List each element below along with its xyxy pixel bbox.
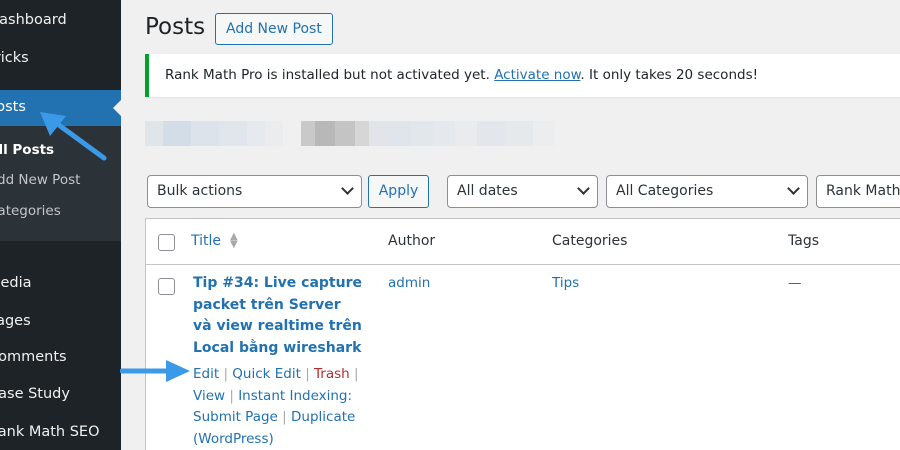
bulk-actions-value: Bulk actions <box>157 183 243 199</box>
edit-link[interactable]: Edit <box>193 366 219 382</box>
column-categories: Categories <box>552 233 628 249</box>
trash-link[interactable]: Trash <box>314 366 350 382</box>
submenu-all-posts[interactable]: All Posts <box>0 142 54 158</box>
dates-filter-value: All dates <box>457 183 518 199</box>
column-tags: Tags <box>788 233 819 249</box>
posts-submenu: All Posts Add New Post Categories <box>0 126 121 241</box>
chevron-down-icon <box>341 182 354 195</box>
rank-math-filter-value: Rank Math <box>826 183 900 199</box>
activate-now-link[interactable]: Activate now <box>494 67 580 83</box>
column-author: Author <box>388 233 436 249</box>
notice-text-end: . It only takes 20 seconds! <box>580 67 759 83</box>
admin-sidebar: Dashboard Tricks Posts All Posts Add New… <box>0 0 121 450</box>
post-title-link[interactable]: Tip #34: Live capture packet trên Server… <box>193 273 363 359</box>
view-link[interactable]: View <box>193 388 225 404</box>
select-all-checkbox[interactable] <box>158 234 175 251</box>
row-checkbox[interactable] <box>158 278 175 295</box>
submenu-categories[interactable]: Categories <box>0 203 61 219</box>
rank-math-filter-select[interactable]: Rank Math <box>816 175 900 208</box>
categories-filter-select[interactable]: All Categories <box>606 175 808 208</box>
active-indicator <box>113 100 121 116</box>
chevron-down-icon <box>577 182 590 195</box>
sidebar-item-posts[interactable]: Posts <box>0 90 121 126</box>
post-author-link[interactable]: admin <box>388 275 430 291</box>
sidebar-item-label: Case Study <box>0 386 70 402</box>
page-title: Posts <box>145 14 206 40</box>
sidebar-item-label: Dashboard <box>0 12 67 28</box>
sidebar-item-label: Posts <box>0 99 26 115</box>
sort-icon[interactable]: ▲ ▼ <box>230 232 238 250</box>
sidebar-item-label: Pages <box>0 313 31 329</box>
sidebar-item-label: Rank Math SEO <box>0 424 100 440</box>
sidebar-item-label: Comments <box>0 349 67 365</box>
chevron-down-icon <box>787 182 800 195</box>
apply-button[interactable]: Apply <box>368 175 429 208</box>
post-category-link[interactable]: Tips <box>552 275 579 291</box>
post-tags-value: — <box>788 275 802 291</box>
notice-text: Rank Math Pro is installed but not activ… <box>165 67 495 83</box>
row-actions: Edit | Quick Edit | Trash | View | Insta… <box>193 366 359 447</box>
column-title[interactable]: Title <box>191 233 221 249</box>
blurred-status-links <box>145 121 555 146</box>
submenu-add-new-post[interactable]: Add New Post <box>0 172 80 188</box>
sidebar-item-label: Media <box>0 275 32 291</box>
categories-filter-value: All Categories <box>616 183 714 199</box>
posts-table: Title ▲ ▼ Author Categories Tags Tip #34:… <box>145 218 900 450</box>
sidebar-item-label: Tricks <box>0 50 29 66</box>
bulk-actions-select[interactable]: Bulk actions <box>147 175 362 208</box>
table-header: Title ▲ ▼ Author Categories Tags <box>146 219 900 265</box>
quick-edit-link[interactable]: Quick Edit <box>232 366 301 382</box>
add-new-post-button[interactable]: Add New Post <box>215 13 333 45</box>
rank-math-notice: Rank Math Pro is installed but not activ… <box>145 54 900 97</box>
dates-filter-select[interactable]: All dates <box>447 175 598 208</box>
